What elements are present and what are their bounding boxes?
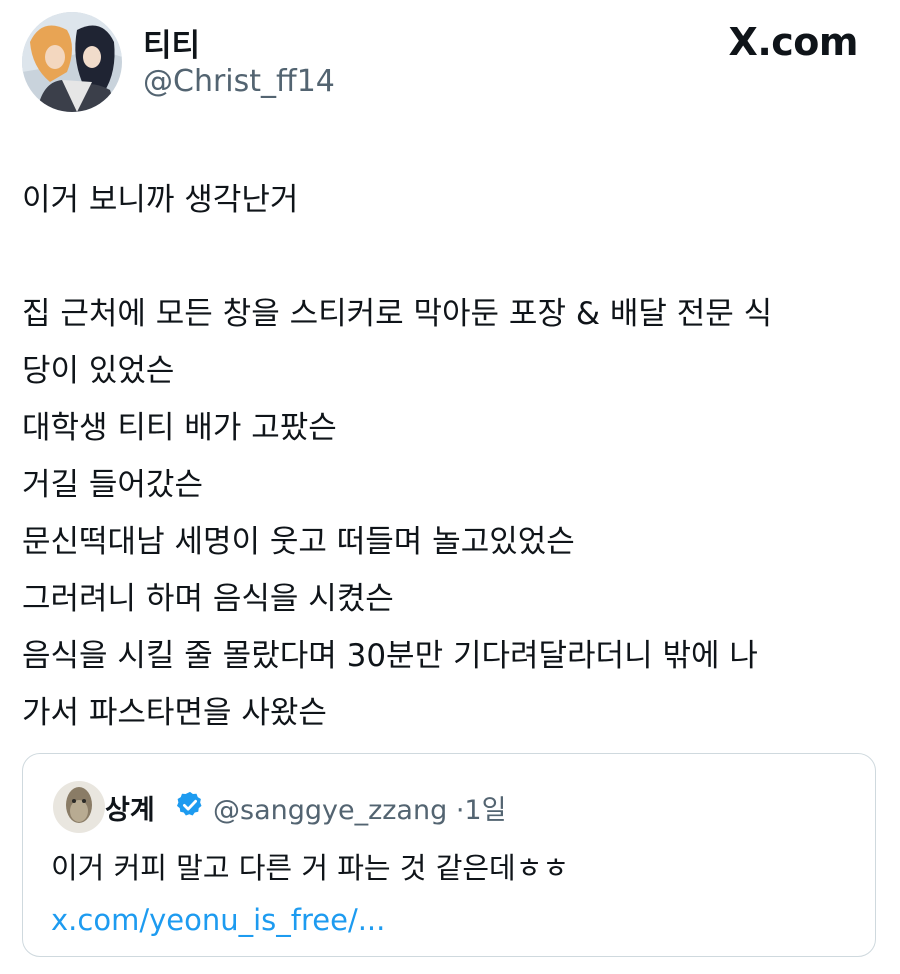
verified-badge-icon — [177, 791, 202, 816]
avatar-illustration — [53, 781, 105, 833]
tweet-text: 이거 보니까 생각난거 집 근처에 모든 창을 스티커로 막아둔 포장 & 배달… — [22, 182, 773, 731]
quote-link[interactable]: x.com/yeonu_is_free/... — [51, 903, 385, 937]
quote-author-name[interactable]: 상계 — [105, 788, 155, 827]
author-avatar[interactable] — [22, 12, 122, 112]
author-display-name[interactable]: 티티 — [143, 20, 200, 65]
quote-text: 이거 커피 말고 다른 거 파는 것 같은데ㅎㅎ x.com/yeonu_is_… — [51, 842, 841, 946]
quote-author-handle[interactable]: @sanggye_zzang — [213, 795, 447, 826]
brand-logo: X.com — [728, 20, 859, 64]
quote-timestamp[interactable]: 1일 — [464, 795, 506, 826]
quote-author-avatar[interactable] — [53, 781, 105, 833]
quote-text-body: 이거 커피 말고 다른 거 파는 것 같은데ㅎㅎ — [51, 851, 570, 885]
avatar-illustration — [22, 12, 122, 112]
author-handle[interactable]: @Christ_ff14 — [143, 64, 335, 99]
quote-meta: @sanggye_zzang ·1일 — [213, 788, 506, 827]
quoted-tweet-card[interactable]: 상계 @sanggye_zzang ·1일 이거 커피 말고 다른 거 파는 것… — [22, 753, 876, 957]
